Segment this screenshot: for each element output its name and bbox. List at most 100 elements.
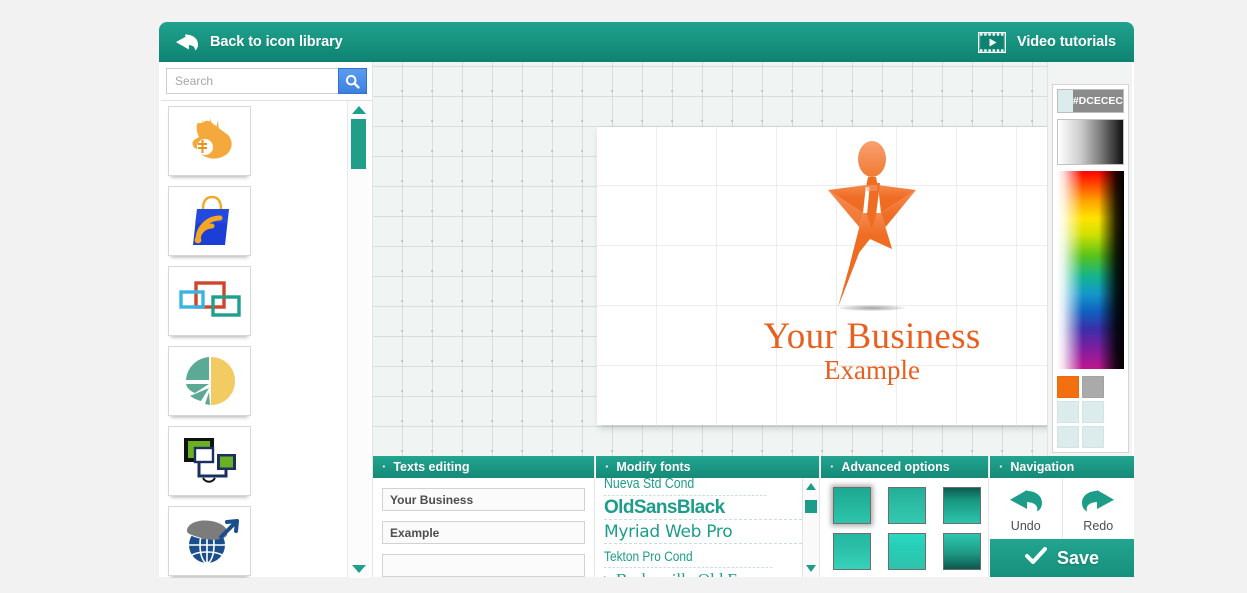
font-label: Baskerville Old Face <box>616 568 760 578</box>
text-field-line3[interactable] <box>382 554 585 577</box>
check-icon <box>1024 546 1047 570</box>
design-canvas[interactable]: Your Business Example <box>373 62 1047 456</box>
icon-cell[interactable] <box>168 186 251 256</box>
search-input[interactable] <box>166 68 338 94</box>
advanced-options-body <box>821 478 988 570</box>
magnifier-icon <box>345 74 360 89</box>
back-to-icon-library-button[interactable]: Back to icon library <box>175 34 343 51</box>
text-field-line2[interactable] <box>382 521 585 544</box>
back-label: Back to icon library <box>210 34 343 50</box>
video-tutorials-label: Video tutorials <box>1017 34 1116 50</box>
icon-cell[interactable] <box>168 506 251 576</box>
panel-header-modify-fonts: · Modify fonts <box>596 456 819 478</box>
gradient-swatch-5[interactable] <box>888 533 926 570</box>
icon-library-sidebar <box>161 62 373 578</box>
color-picker-inner: #DCECEC <box>1052 84 1129 453</box>
panel-advanced-options: · Advanced options <box>821 456 989 577</box>
panel-title: Texts editing <box>393 460 470 474</box>
back-arrow-icon <box>175 34 199 51</box>
font-list-item[interactable]: OldSansBlack <box>604 496 802 520</box>
panel-modify-fonts: · Modify fonts Nueva Std Cond OldSansBla… <box>596 456 820 577</box>
panel-navigation: · Navigation Undo Redo Save <box>990 456 1134 577</box>
redo-button[interactable]: Redo <box>1061 478 1135 539</box>
save-button[interactable]: Save <box>990 539 1134 577</box>
navigation-body: Undo Redo <box>990 478 1134 539</box>
panel-header-texts-editing: · Texts editing <box>373 456 594 478</box>
shopping-bag-rss-icon <box>185 195 235 247</box>
network-screens-icon <box>181 436 239 486</box>
gradient-swatch-1[interactable] <box>833 487 871 524</box>
scroll-up-arrow-icon[interactable] <box>352 106 366 114</box>
sidebar-scrollbar[interactable] <box>347 101 369 578</box>
bullet-icon: · <box>605 458 610 474</box>
font-list-item-selected[interactable]: Baskerville Old Face <box>604 568 802 577</box>
sidebar-scroll-thumb[interactable] <box>351 119 366 169</box>
icon-cell[interactable] <box>168 426 251 496</box>
scroll-up-arrow-icon[interactable] <box>806 483 816 490</box>
icon-grid <box>161 101 347 578</box>
panel-title: Navigation <box>1010 460 1075 474</box>
texts-editing-body <box>373 478 594 587</box>
panel-texts-editing: · Texts editing <box>373 456 595 577</box>
icon-cell[interactable] <box>168 106 251 176</box>
undo-arrow-icon <box>1009 488 1043 517</box>
redo-arrow-icon <box>1081 488 1115 517</box>
color-hex-value[interactable]: #DCECEC <box>1072 90 1123 112</box>
save-label: Save <box>1056 547 1100 568</box>
search-button[interactable] <box>338 68 367 94</box>
undo-button[interactable]: Undo <box>990 478 1062 539</box>
font-list-item[interactable]: Myriad Web Pro <box>604 520 802 544</box>
overlapping-rectangles-icon <box>178 280 241 322</box>
font-list-item[interactable]: Nueva Std Cond <box>604 478 767 496</box>
gradient-swatch-2[interactable] <box>888 487 926 524</box>
redo-label: Redo <box>1083 518 1114 533</box>
recent-color-chip[interactable] <box>1057 376 1079 398</box>
fonts-body: Nueva Std Cond OldSansBlack Myriad Web P… <box>596 478 819 577</box>
panel-title: Modify fonts <box>616 460 691 474</box>
undo-label: Undo <box>1010 518 1041 533</box>
scroll-down-arrow-icon[interactable] <box>806 565 816 572</box>
logo-subtitle-text[interactable]: Example <box>597 355 1047 386</box>
gradient-swatch-4[interactable] <box>833 533 871 570</box>
gradient-swatch-3[interactable] <box>943 487 981 524</box>
pie-chart-leaf-icon <box>183 355 237 407</box>
color-picker-panel: #DCECEC <box>1047 62 1132 456</box>
fonts-scrollbar[interactable] <box>802 478 819 577</box>
color-hex-row: #DCECEC <box>1057 89 1124 113</box>
ok-hand-dollar-icon <box>182 117 238 165</box>
font-list: Nueva Std Cond OldSansBlack Myriad Web P… <box>596 478 802 577</box>
current-color-swatch <box>1058 90 1073 112</box>
icon-cell[interactable] <box>168 266 251 336</box>
globe-arrow-icon <box>181 517 239 565</box>
bullet-icon: · <box>999 458 1004 474</box>
text-field-line1[interactable] <box>382 488 585 511</box>
logo-editor-window: Back to icon library Video tutorials Sea… <box>159 22 1134 578</box>
bullet-icon: · <box>382 458 387 474</box>
caret-right-icon <box>604 575 610 577</box>
logo-title-text[interactable]: Your Business <box>597 315 1047 358</box>
icon-cell[interactable] <box>168 346 251 416</box>
icon-grid-wrapper <box>161 100 373 578</box>
fonts-scroll-thumb[interactable] <box>805 500 817 513</box>
bottom-panels: · Texts editing · Modify fonts Nueva Std… <box>373 456 1134 577</box>
grayscale-gradient-picker[interactable] <box>1057 119 1124 165</box>
gradient-swatch-6[interactable] <box>943 533 981 570</box>
recent-colors-palette <box>1057 376 1124 448</box>
recent-color-chip[interactable] <box>1057 426 1079 448</box>
color-spectrum-picker[interactable] <box>1057 171 1124 369</box>
recent-color-chip[interactable] <box>1057 401 1079 423</box>
bullet-icon: · <box>830 458 835 474</box>
panel-header-navigation: · Navigation <box>990 456 1134 478</box>
recent-color-chip[interactable] <box>1082 376 1104 398</box>
logo-artboard[interactable]: Your Business Example <box>597 127 1047 425</box>
recent-color-chip[interactable] <box>1082 426 1104 448</box>
logo-drop-shadow <box>839 305 905 311</box>
video-film-icon <box>978 31 1007 53</box>
video-tutorials-button[interactable]: Video tutorials <box>978 31 1116 53</box>
font-list-item[interactable]: Tekton Pro Cond <box>604 544 773 568</box>
search-row <box>166 68 367 94</box>
star-person-orange-icon[interactable] <box>820 139 924 316</box>
panel-title: Advanced options <box>841 460 950 474</box>
scroll-down-arrow-icon[interactable] <box>352 565 366 573</box>
recent-color-chip[interactable] <box>1082 401 1104 423</box>
